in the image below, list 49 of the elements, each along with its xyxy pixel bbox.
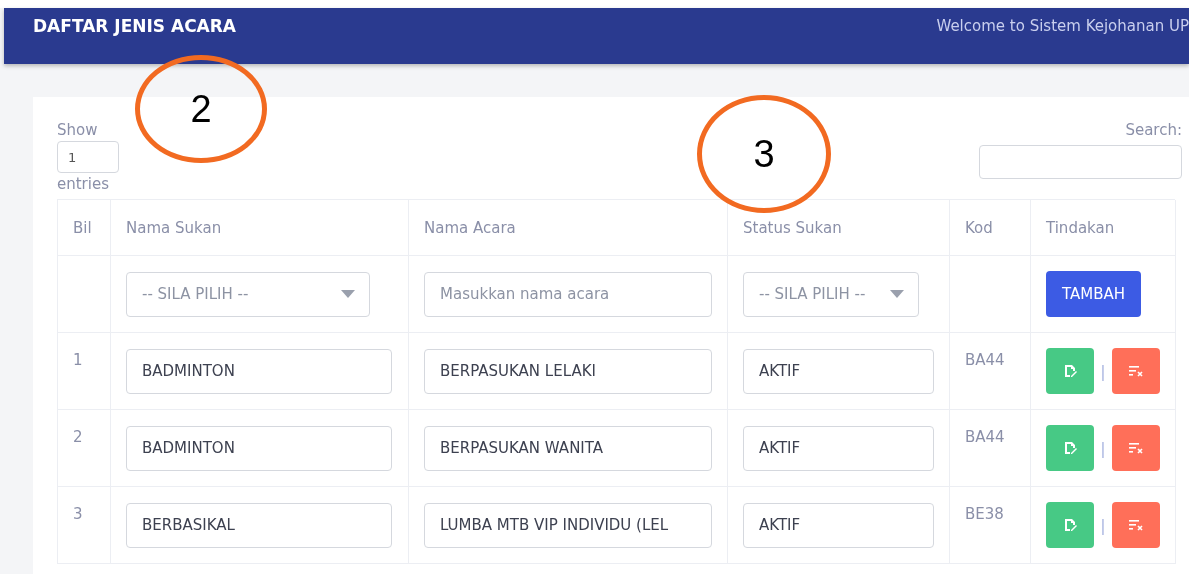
event-field[interactable]: LUMBA MTB VIP INDIVIDU (LEL [424, 502, 712, 548]
delete-icon [1127, 364, 1144, 378]
code-text: BE38 [965, 505, 1004, 523]
sport-field[interactable]: BERBASIKAL [126, 502, 392, 548]
row-number: 3 [73, 505, 83, 523]
row-number: 1 [73, 351, 83, 369]
column-header: Kod [965, 218, 993, 237]
sport-field[interactable]: BADMINTON [126, 348, 392, 394]
status-field[interactable]: AKTIF [743, 502, 934, 548]
delete-icon [1127, 518, 1144, 532]
edit-button[interactable] [1046, 348, 1095, 394]
annotation-circle: 3 [697, 95, 831, 213]
column-header: Tindakan [1046, 218, 1115, 237]
caret-icon [341, 290, 355, 298]
welcome-text: Welcome to Sistem Kejohanan UP [936, 17, 1189, 35]
delete-icon [1127, 441, 1144, 455]
code-text: BA44 [965, 351, 1005, 369]
sport-field[interactable]: BADMINTON [126, 425, 392, 471]
annotation-circle: 2 [135, 55, 267, 163]
status-field[interactable]: AKTIF [743, 348, 934, 394]
edit-icon [1063, 518, 1078, 532]
separator-text: | [1100, 361, 1106, 381]
entries-label: entries [57, 175, 109, 193]
delete-button[interactable] [1111, 425, 1160, 471]
show-label: Show [57, 121, 98, 139]
separator-text: | [1100, 515, 1106, 535]
status-field[interactable]: AKTIF [743, 425, 934, 471]
edit-button[interactable] [1046, 425, 1095, 471]
column-header: Bil [73, 218, 92, 237]
column-header: Nama Acara [424, 218, 516, 237]
edit-button[interactable] [1046, 502, 1095, 548]
code-text: BA44 [965, 428, 1005, 446]
search-field[interactable] [979, 145, 1182, 179]
search-label: Search: [1125, 121, 1182, 139]
entries-select[interactable]: 1 [57, 141, 119, 173]
delete-button[interactable] [1111, 502, 1160, 548]
add-button[interactable]: TAMBAH [1046, 271, 1142, 317]
delete-button[interactable] [1111, 348, 1160, 394]
edit-icon [1063, 364, 1078, 378]
column-header: Nama Sukan [126, 218, 222, 237]
page-title: DAFTAR JENIS ACARA [33, 16, 236, 36]
event-name-field[interactable]: Masukkan nama acara [424, 271, 712, 317]
column-header: Status Sukan [743, 218, 842, 237]
caret-icon [890, 290, 904, 298]
edit-icon [1063, 441, 1078, 455]
event-field[interactable]: BERPASUKAN WANITA [424, 425, 712, 471]
row-number: 2 [73, 428, 83, 446]
separator-text: | [1100, 438, 1106, 458]
event-field[interactable]: BERPASUKAN LELAKI [424, 348, 712, 394]
